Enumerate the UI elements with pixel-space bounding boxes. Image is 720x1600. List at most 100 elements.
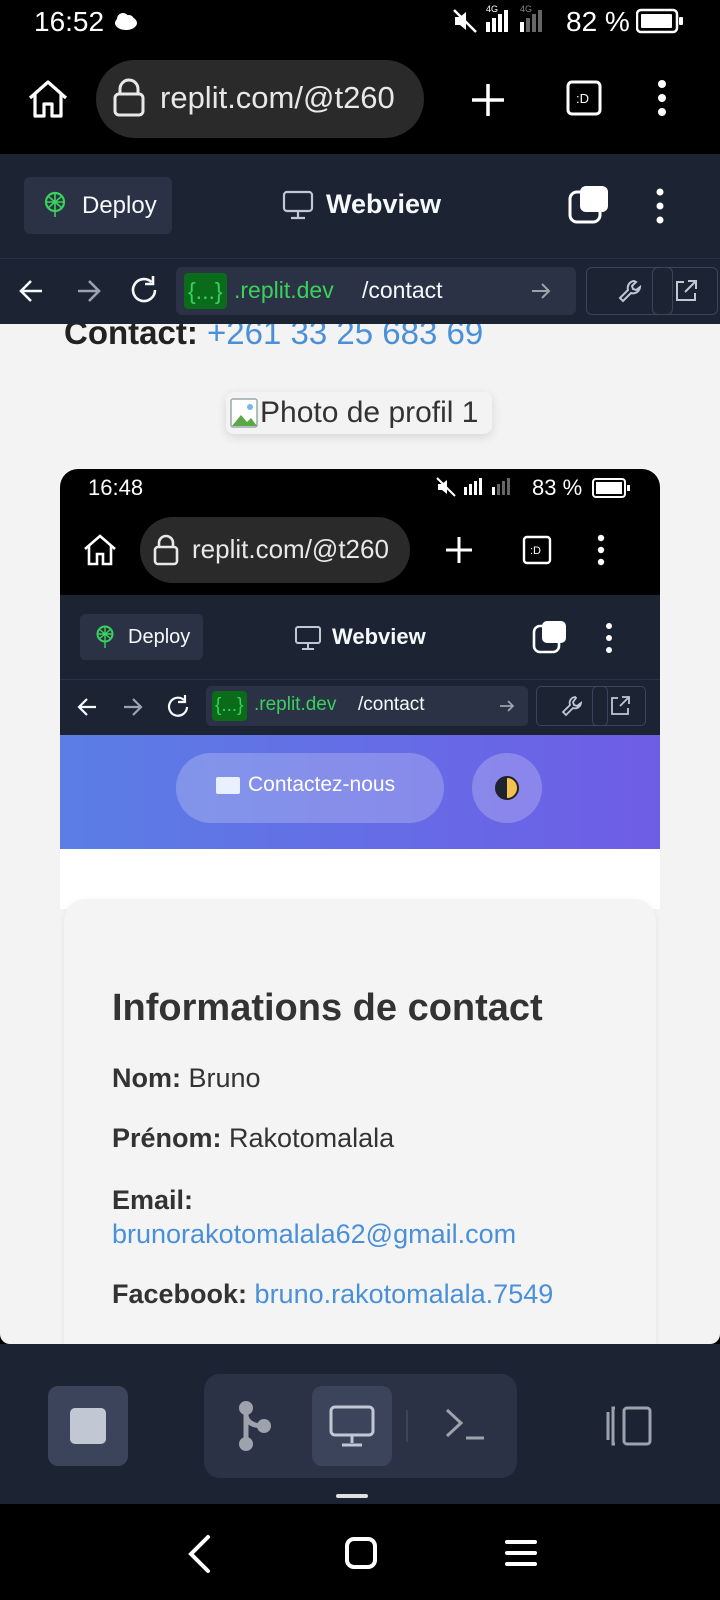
webview-content: Contact: +261 33 25 683 69 Photo de prof… bbox=[0, 324, 720, 1344]
svg-text::D: :D bbox=[530, 545, 541, 557]
wrench-icon bbox=[618, 279, 642, 303]
url-host: .replit.dev bbox=[234, 277, 334, 303]
embedded-open-external-button bbox=[592, 686, 646, 726]
deploy-button[interactable]: Deploy bbox=[24, 177, 172, 234]
prenom-value: Rakotomalala bbox=[229, 1123, 395, 1153]
broken-image-icon bbox=[230, 398, 258, 428]
browser-url-text: replit.com/@t260 bbox=[160, 80, 395, 115]
field-prenom: Prénom: Rakotomalala bbox=[112, 1123, 394, 1154]
field-facebook: Facebook: bruno.rakotomalala.7549 bbox=[112, 1279, 553, 1310]
plus-icon[interactable] bbox=[470, 82, 506, 118]
embedded-url-badge: {...} bbox=[212, 691, 247, 721]
field-email: Email: bbox=[112, 1185, 193, 1216]
field-email-value: brunorakotomalala62@gmail.com bbox=[112, 1219, 516, 1250]
theme-toggle-icon bbox=[495, 776, 519, 800]
status-bar: 16:52 4G 4G 82 % bbox=[0, 0, 720, 44]
deploy-label: Deploy bbox=[82, 192, 157, 219]
contact-us-button: Contactez-nous bbox=[176, 753, 444, 823]
cloud-icon bbox=[115, 13, 137, 30]
battery-icon bbox=[636, 8, 683, 34]
battery-percent: 82 % bbox=[566, 6, 630, 37]
nav-back-icon[interactable] bbox=[186, 1534, 212, 1574]
webview-menu-icon[interactable] bbox=[652, 186, 668, 226]
profile-alt-text: Photo de profil 1 bbox=[260, 396, 479, 429]
embedded-deploy-button: Deploy bbox=[80, 614, 203, 660]
embedded-webview-menu-icon bbox=[606, 623, 612, 653]
embedded-screenshot: 16:48 83 % replit.com/@t260 :D Deploy We… bbox=[60, 469, 660, 1344]
svg-text::D: :D bbox=[576, 91, 589, 106]
embedded-wrench-icon bbox=[561, 696, 583, 717]
embedded-url-text: replit.com/@t260 bbox=[192, 534, 389, 564]
embedded-url-host: .replit.dev bbox=[254, 694, 337, 715]
embedded-monitor-icon bbox=[295, 626, 321, 650]
field-nom: Nom: Bruno bbox=[112, 1063, 261, 1094]
nom-value: Bruno bbox=[188, 1063, 261, 1093]
reload-icon[interactable] bbox=[128, 274, 160, 306]
prenom-label: Prénom: bbox=[112, 1123, 222, 1153]
signal-icon: 4G 4G bbox=[486, 4, 542, 32]
svg-text:4G: 4G bbox=[520, 4, 532, 14]
embedded-mute-icon bbox=[436, 477, 456, 497]
embedded-address-bar: {...} .replit.dev /contact bbox=[206, 686, 528, 726]
kebab-menu-icon[interactable] bbox=[654, 78, 670, 118]
webview-monitor-icon bbox=[329, 1405, 375, 1447]
gesture-bar bbox=[336, 1494, 368, 1498]
profile-photo: Photo de profil 1 bbox=[226, 392, 492, 434]
nav-home-icon[interactable] bbox=[344, 1536, 378, 1570]
theme-toggle-button bbox=[472, 753, 542, 823]
webview-tab-button[interactable] bbox=[312, 1386, 392, 1466]
stop-button[interactable] bbox=[48, 1386, 128, 1466]
embedded-external-link-icon bbox=[611, 696, 630, 715]
deploy-icon bbox=[44, 191, 66, 217]
nav-menu-icon[interactable] bbox=[504, 1538, 538, 1568]
email-link: brunorakotomalala62@gmail.com bbox=[112, 1219, 517, 1249]
back-arrow-icon[interactable] bbox=[18, 276, 46, 306]
stack-icon[interactable] bbox=[568, 184, 610, 226]
embedded-kebab-icon bbox=[597, 534, 605, 566]
stop-icon bbox=[70, 1408, 106, 1444]
git-icon[interactable] bbox=[234, 1398, 274, 1454]
contact-line: Contact: +261 33 25 683 69 bbox=[64, 324, 483, 352]
embedded-battery-icon bbox=[592, 478, 630, 498]
facebook-label: Facebook: bbox=[112, 1279, 248, 1309]
svg-text:4G: 4G bbox=[486, 4, 498, 14]
embedded-deploy-icon bbox=[96, 625, 114, 648]
forward-arrow-icon[interactable] bbox=[74, 276, 102, 306]
embedded-url-bar: replit.com/@t260 bbox=[140, 517, 410, 583]
embedded-back-arrow-icon bbox=[77, 698, 96, 716]
embedded-status-time: 16:48 bbox=[88, 475, 144, 500]
webview-title: Webview bbox=[326, 189, 442, 219]
tab-switcher-icon[interactable]: :D bbox=[566, 80, 602, 116]
mute-icon bbox=[453, 9, 477, 33]
contact-us-label: Contactez-nous bbox=[248, 773, 396, 796]
browser-url-bar[interactable]: replit.com/@t260 bbox=[96, 60, 424, 138]
embedded-go-arrow-icon bbox=[500, 700, 515, 712]
embedded-signal-icon bbox=[464, 478, 510, 495]
status-time: 16:52 bbox=[34, 6, 105, 37]
embedded-webview-title: Webview bbox=[332, 624, 426, 649]
open-external-button[interactable] bbox=[652, 267, 718, 315]
nom-label: Nom: bbox=[112, 1063, 181, 1093]
url-badge: {...} bbox=[184, 273, 227, 309]
embedded-url-path: /contact bbox=[358, 694, 425, 715]
terminal-icon[interactable] bbox=[444, 1406, 486, 1442]
home-icon[interactable] bbox=[26, 78, 70, 120]
embedded-home-icon bbox=[84, 534, 116, 566]
embedded-lock-icon bbox=[153, 534, 179, 566]
contact-info-card bbox=[64, 899, 656, 1344]
mail-icon bbox=[216, 777, 240, 794]
email-label: Email: bbox=[112, 1185, 194, 1215]
facebook-link: bruno.rakotomalala.7549 bbox=[254, 1279, 554, 1309]
go-arrow-icon[interactable] bbox=[530, 281, 552, 301]
embedded-plus-icon bbox=[446, 537, 472, 563]
layout-icon[interactable] bbox=[604, 1404, 654, 1448]
contact-phone-link[interactable]: +261 33 25 683 69 bbox=[207, 324, 483, 351]
embedded-forward-arrow-icon bbox=[124, 698, 143, 716]
section-title: Informations de contact bbox=[112, 987, 543, 1029]
embedded-battery-percent: 83 % bbox=[532, 475, 583, 500]
url-path: /contact bbox=[362, 277, 443, 303]
webview-address-bar[interactable]: {...} .replit.dev /contact bbox=[176, 267, 576, 315]
lock-icon bbox=[113, 78, 145, 117]
embedded-stack-icon bbox=[532, 621, 566, 654]
contact-label: Contact: bbox=[64, 324, 198, 351]
